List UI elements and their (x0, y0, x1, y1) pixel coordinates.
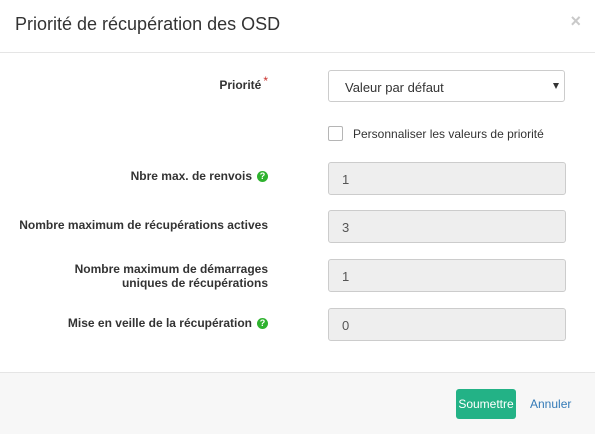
max-backfills-label-text: Nbre max. de renvois (130, 169, 252, 183)
required-asterisk: * (263, 74, 268, 88)
dialog-footer: Soumettre Annuler (0, 372, 595, 434)
close-icon[interactable]: × (570, 11, 581, 31)
recovery-sleep-value: 0 (342, 318, 350, 333)
max-recovery-active-input[interactable]: 3 (328, 210, 566, 243)
dialog-header: Priorité de récupération des OSD × (0, 0, 595, 53)
recovery-sleep-label: Mise en veille de la récupération? (68, 316, 268, 330)
cancel-link[interactable]: Annuler (530, 397, 571, 411)
customize-priority-label[interactable]: Personnaliser les valeurs de priorité (353, 127, 544, 141)
customize-priority-checkbox[interactable] (328, 126, 343, 141)
max-recovery-active-value: 3 (342, 220, 350, 235)
max-single-start-label-line1: Nombre maximum de démarrages (74, 262, 268, 276)
question-circle-icon[interactable]: ? (257, 318, 268, 329)
priority-select-value: Valeur par défaut (345, 80, 444, 95)
recovery-sleep-label-text: Mise en veille de la récupération (67, 316, 252, 330)
max-single-start-label: Nombre maximum de démarrages uniques de … (75, 262, 268, 290)
max-recovery-active-label: Nombre maximum de récupérations actives (19, 218, 268, 232)
caret-down-icon (553, 83, 559, 89)
dialog-title: Priorité de récupération des OSD (15, 14, 281, 34)
priority-label: Priorité * (219, 74, 268, 92)
max-backfills-input[interactable]: 1 (328, 162, 566, 195)
question-circle-icon[interactable]: ? (257, 171, 268, 182)
submit-button[interactable]: Soumettre (456, 389, 516, 419)
priority-select[interactable]: Valeur par défaut (328, 70, 565, 102)
osd-recovery-priority-dialog: Priorité de récupération des OSD × Prior… (0, 0, 595, 434)
max-single-start-value: 1 (342, 269, 350, 284)
recovery-sleep-input[interactable]: 0 (328, 308, 566, 341)
max-single-start-input[interactable]: 1 (328, 259, 566, 292)
max-single-start-label-line2: uniques de récupérations (121, 276, 268, 290)
priority-label-text: Priorité (219, 78, 262, 92)
max-backfills-value: 1 (342, 172, 350, 187)
max-backfills-label: Nbre max. de renvois? (131, 169, 268, 183)
